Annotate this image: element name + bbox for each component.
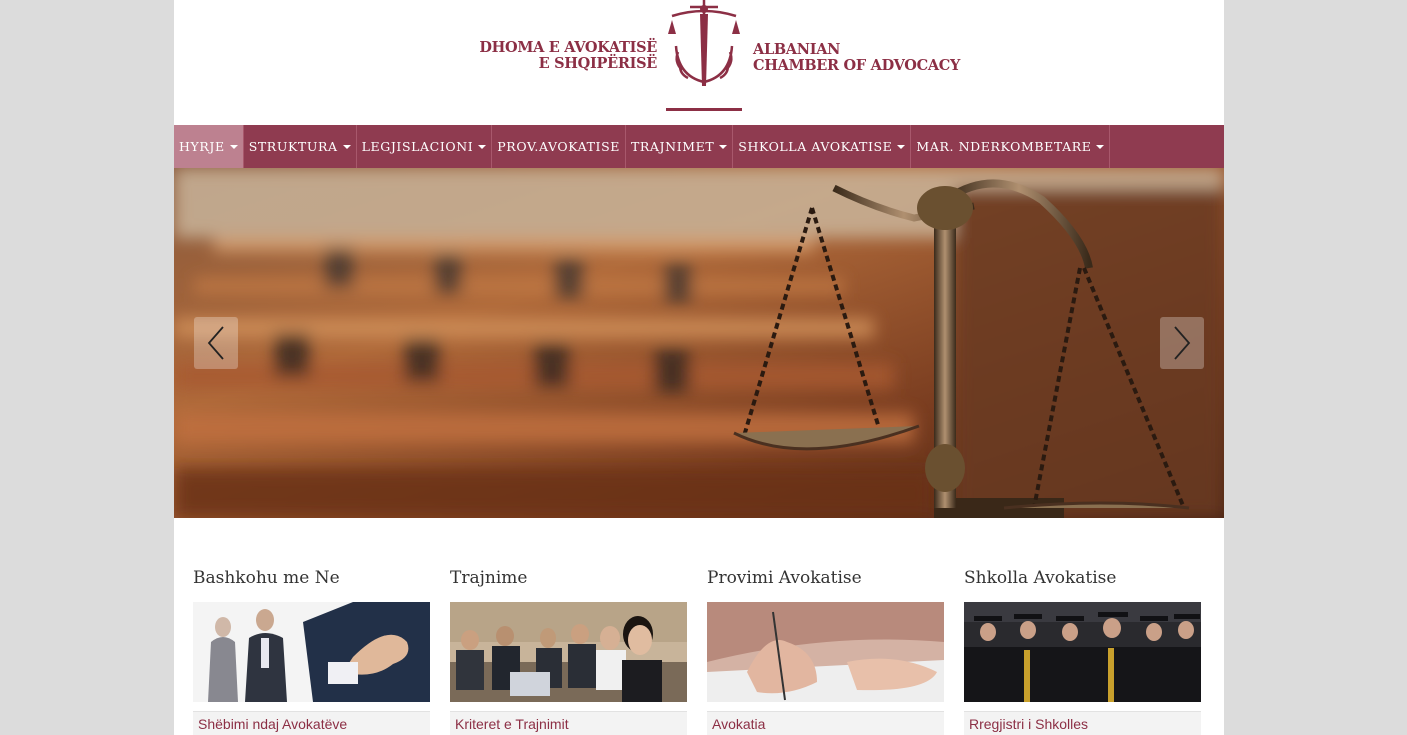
card-title: Shkolla Avokatise: [964, 568, 1117, 588]
nav-item-label: MAR. NDERKOMBETARE: [916, 139, 1092, 154]
caret-down-icon: [342, 144, 351, 149]
scales-emblem-icon[interactable]: [664, 0, 744, 118]
nav-item-label: STRUKTURA: [248, 139, 338, 154]
nav-item-shkolla-avokatise[interactable]: SHKOLLA AVOKATISE: [733, 125, 912, 168]
hero-slider: [174, 168, 1224, 518]
card-link[interactable]: Shëbimi ndaj Avokatëve: [193, 711, 430, 735]
card-title: Provimi Avokatise: [707, 568, 862, 588]
feature-cards: Bashkohu me Ne Shëbimi ndaj Avokatëve Tr…: [174, 518, 1224, 735]
caret-down-icon: [478, 144, 487, 149]
card-link-label: Rregjistri i Shkolles: [969, 716, 1089, 732]
handshake-photo[interactable]: [193, 602, 430, 702]
nav-item-hyrje[interactable]: HYRJE: [174, 125, 244, 168]
nav-item-mar-nderkombetare[interactable]: MAR. NDERKOMBETARE: [911, 125, 1111, 168]
chevron-left-icon: [207, 326, 224, 360]
caret-down-icon: [229, 144, 238, 149]
card-link-label: Kriteret e Trajnimit: [455, 716, 569, 732]
logo-line: E SHQIPËRISË: [538, 55, 658, 72]
logo-line: CHAMBER OF ADVOCACY: [753, 57, 961, 74]
nav-item-label: HYRJE: [179, 139, 225, 154]
page: DHOMA E AVOKATISË E SHQIPËRISË ALBANIAN …: [174, 0, 1224, 735]
card-link-label: Shëbimi ndaj Avokatëve: [198, 716, 348, 732]
nav-item-struktura[interactable]: STRUKTURA: [244, 125, 357, 168]
card-link-label: Avokatia: [712, 716, 766, 732]
training-group-photo[interactable]: [450, 602, 687, 702]
chevron-right-icon: [1174, 326, 1191, 360]
nav-item-legjislacioni[interactable]: LEGJISLACIONI: [357, 125, 493, 168]
graduation-photo[interactable]: [964, 602, 1201, 702]
card-link[interactable]: Kriteret e Trajnimit: [450, 711, 687, 735]
card-title: Bashkohu me Ne: [193, 568, 340, 588]
header: DHOMA E AVOKATISË E SHQIPËRISË ALBANIAN …: [174, 0, 1224, 125]
caret-down-icon: [1096, 144, 1105, 149]
logo-line: ALBANIAN: [753, 41, 841, 58]
card-link[interactable]: Rregjistri i Shkolles: [964, 711, 1201, 735]
writing-hand-photo[interactable]: [707, 602, 944, 702]
logo-line: DHOMA E AVOKATISË: [479, 39, 657, 56]
card-title: Trajnime: [450, 568, 528, 588]
nav-item-trajnimet[interactable]: TRAJNIMET: [626, 125, 734, 168]
caret-down-icon: [719, 144, 728, 149]
nav-item-label: TRAJNIMET: [630, 139, 715, 154]
slider-next-button[interactable]: [1160, 317, 1204, 369]
logo-text-albanian[interactable]: DHOMA E AVOKATISË E SHQIPËRISË: [479, 40, 657, 72]
nav-item-label: SHKOLLA AVOKATISE: [738, 139, 893, 154]
card-link[interactable]: Avokatia: [707, 711, 944, 735]
nav-item-label: PROV.AVOKATISE: [497, 139, 620, 154]
main-navigation: HYRJE STRUKTURA LEGJISLACIONI PROV.AVOKA…: [174, 125, 1224, 168]
logo-text-english[interactable]: ALBANIAN CHAMBER OF ADVOCACY: [753, 42, 960, 74]
courtroom-scales-image: [174, 168, 1224, 518]
caret-down-icon: [897, 144, 906, 149]
nav-item-label: LEGJISLACIONI: [361, 139, 474, 154]
nav-item-prov-avokatise[interactable]: PROV.AVOKATISE: [492, 125, 626, 168]
slider-prev-button[interactable]: [194, 317, 238, 369]
